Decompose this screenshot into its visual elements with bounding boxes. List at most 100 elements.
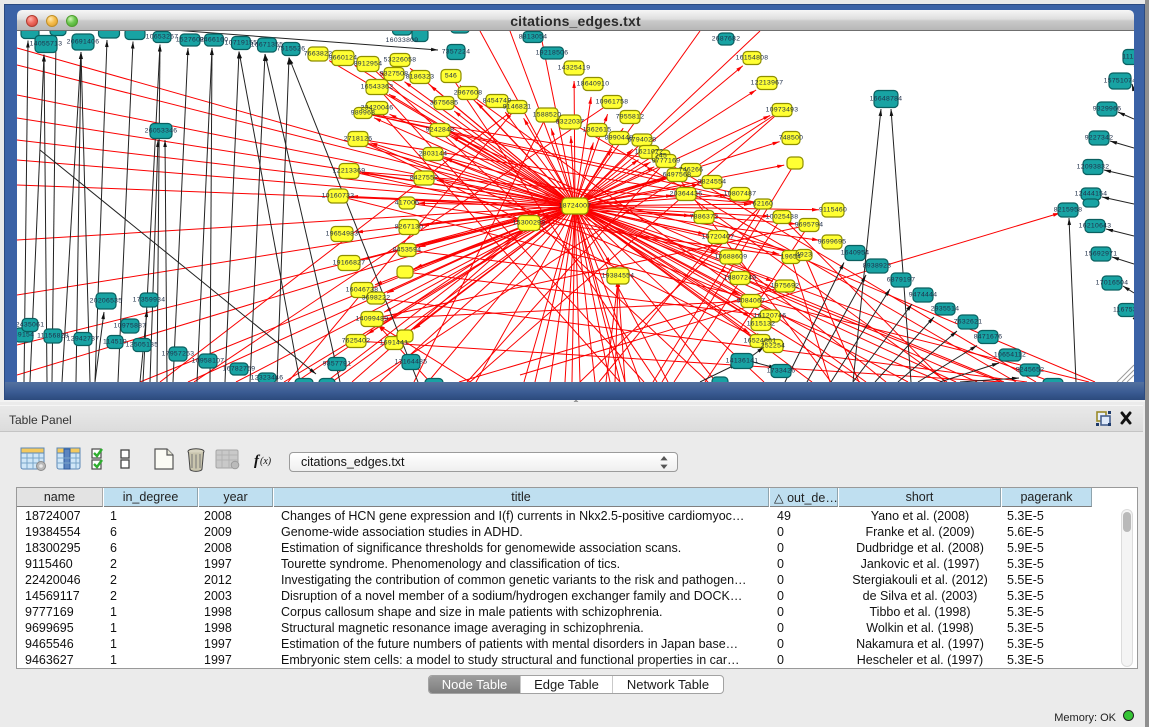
svg-text:20691406: 20691406 — [67, 39, 100, 46]
svg-text:7515526: 7515526 — [277, 46, 306, 53]
svg-text:16543362: 16543362 — [361, 84, 394, 91]
svg-text:252254: 252254 — [761, 343, 785, 350]
svg-text:9242848: 9242848 — [426, 127, 455, 134]
svg-text:1588520: 1588520 — [533, 112, 562, 119]
svg-text:9695794: 9695794 — [795, 222, 824, 229]
svg-text:11123: 11123 — [1122, 54, 1134, 61]
svg-text:16648784: 16648784 — [870, 96, 903, 103]
svg-text:16154808: 16154808 — [736, 55, 769, 62]
svg-text:989968: 989968 — [351, 110, 375, 117]
svg-text:7886372: 7886372 — [690, 214, 719, 221]
svg-text:16120746: 16120746 — [754, 313, 787, 320]
svg-text:114519: 114519 — [103, 339, 127, 346]
svg-text:2803144: 2803144 — [419, 151, 448, 158]
svg-text:1615132: 1615132 — [747, 321, 776, 328]
svg-text:10961758: 10961758 — [596, 99, 629, 106]
svg-text:15300293: 15300293 — [513, 220, 546, 227]
svg-text:14055713: 14055713 — [30, 41, 63, 48]
svg-text:15751074: 15751074 — [1104, 78, 1134, 85]
svg-text:11156829: 11156829 — [37, 333, 69, 340]
svg-text:9329966: 9329966 — [1093, 106, 1122, 113]
svg-text:16210643: 16210643 — [1079, 223, 1112, 230]
svg-text:8186323: 8186323 — [406, 74, 435, 81]
svg-text:16033809: 16033809 — [386, 37, 419, 44]
svg-text:9146821: 9146821 — [503, 104, 532, 111]
svg-text:1733426: 1733426 — [767, 368, 796, 375]
svg-text:10653267: 10653267 — [146, 34, 179, 41]
svg-text:14099489: 14099489 — [356, 316, 389, 323]
svg-text:9245652: 9245652 — [1016, 367, 1045, 374]
svg-text:1640954: 1640954 — [841, 250, 870, 257]
svg-text:10654112: 10654112 — [994, 352, 1026, 359]
svg-text:20206535: 20206535 — [90, 298, 123, 305]
svg-text:(x): (x) — [260, 456, 272, 467]
svg-text:15720407: 15720407 — [702, 234, 735, 241]
svg-text:18640910: 18640910 — [577, 81, 610, 88]
svg-text:10688609: 10688609 — [715, 254, 748, 261]
svg-text:17359934: 17359934 — [133, 297, 166, 304]
svg-text:8453594: 8453594 — [393, 247, 422, 254]
svg-text:10958107: 10958107 — [192, 358, 225, 365]
svg-text:12213369: 12213369 — [333, 168, 366, 175]
svg-text:748500: 748500 — [779, 135, 803, 142]
svg-text:8912954: 8912954 — [354, 61, 383, 68]
svg-text:1691441: 1691441 — [380, 340, 409, 347]
svg-text:20364436: 20364436 — [670, 191, 703, 198]
svg-text:10160733: 10160733 — [322, 193, 355, 200]
svg-text:2718126: 2718126 — [344, 136, 373, 143]
svg-text:9327508: 9327508 — [380, 71, 409, 78]
svg-text:8427552: 8427552 — [410, 175, 439, 182]
svg-text:9777169: 9777169 — [652, 158, 681, 165]
svg-text:8813054: 8813054 — [519, 34, 548, 41]
svg-text:19654983: 19654983 — [326, 231, 359, 238]
svg-text:9115460: 9115460 — [819, 207, 847, 214]
svg-text:8215958: 8215958 — [1054, 207, 1083, 214]
svg-text:2967608: 2967608 — [454, 90, 483, 97]
svg-text:18724007: 18724007 — [559, 203, 592, 210]
svg-text:6497568: 6497568 — [663, 172, 692, 179]
svg-text:3675685: 3675685 — [430, 100, 459, 107]
svg-text:10973493: 10973493 — [766, 107, 799, 114]
svg-text:17016504: 17016504 — [1096, 280, 1129, 287]
svg-text:8267130: 8267130 — [395, 224, 424, 231]
svg-text:17957253: 17957253 — [162, 351, 195, 358]
svg-text:10807487: 10807487 — [724, 191, 757, 198]
svg-text:12444154: 12444154 — [1075, 191, 1108, 198]
svg-text:7357224: 7357224 — [442, 49, 471, 56]
svg-text:2687682: 2687682 — [712, 36, 741, 43]
svg-text:1167534: 1167534 — [1113, 307, 1134, 314]
svg-text:12323446: 12323446 — [251, 375, 284, 382]
svg-text:14136141: 14136141 — [726, 358, 759, 365]
svg-text:14325419: 14325419 — [558, 65, 591, 72]
svg-text:3824554: 3824554 — [698, 179, 727, 186]
svg-text:2935514: 2935514 — [931, 306, 960, 313]
svg-text:8322037: 8322037 — [556, 119, 585, 126]
svg-text:17164485: 17164485 — [395, 359, 428, 366]
svg-text:62160: 62160 — [753, 201, 773, 208]
svg-text:8938923: 8938923 — [863, 263, 892, 270]
svg-text:19218506: 19218506 — [536, 50, 569, 57]
svg-text:39154: 39154 — [17, 332, 34, 339]
svg-text:9857791: 9857791 — [323, 361, 352, 368]
svg-text:9474444: 9474444 — [909, 292, 938, 299]
svg-text:19166827: 19166827 — [333, 260, 366, 267]
svg-text:7955812: 7955812 — [616, 114, 645, 121]
svg-text:15692971: 15692971 — [1085, 251, 1118, 258]
svg-text:6879197: 6879197 — [887, 277, 916, 284]
svg-text:7632621: 7632621 — [954, 319, 983, 326]
svg-text:53226058: 53226058 — [384, 57, 417, 64]
svg-text:10025438: 10025438 — [766, 214, 799, 221]
svg-text:16046738: 16046738 — [346, 287, 379, 294]
svg-text:12093832: 12093832 — [1077, 164, 1110, 171]
svg-text:546: 546 — [445, 73, 457, 80]
svg-text:9084067: 9084067 — [737, 298, 766, 305]
svg-text:1362615: 1362615 — [583, 127, 612, 134]
svg-text:19384554: 19384554 — [602, 273, 635, 280]
svg-text:3698222: 3698222 — [362, 295, 391, 302]
svg-text:26053346: 26053346 — [145, 128, 178, 135]
svg-text:9227342: 9227342 — [1085, 135, 1114, 142]
svg-text:4923: 4923 — [796, 252, 812, 259]
svg-text:12213967: 12213967 — [751, 80, 784, 87]
svg-text:1975692: 1975692 — [771, 283, 800, 290]
svg-text:12942737: 12942737 — [67, 336, 100, 343]
